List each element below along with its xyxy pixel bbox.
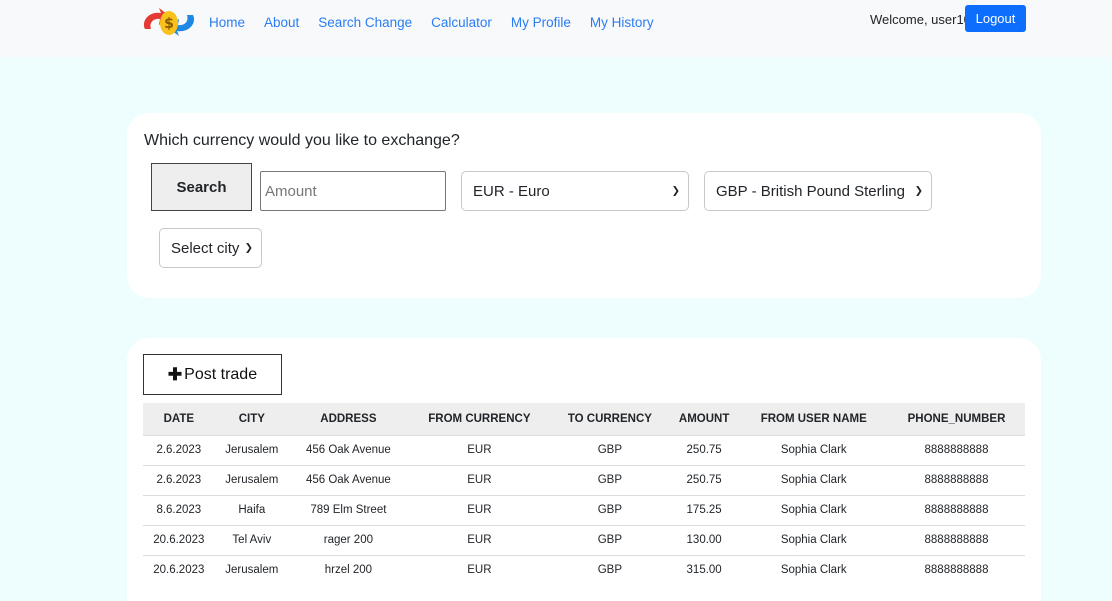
table-cell: EUR xyxy=(407,524,551,555)
chevron-down-icon: ❯ xyxy=(244,242,253,254)
column-header: TO CURRENCY xyxy=(550,403,669,435)
exchange-question: Which currency would you like to exchang… xyxy=(144,132,460,149)
welcome-text: Welcome, user10! xyxy=(870,12,975,27)
table-cell: 2.6.2023 xyxy=(143,464,215,495)
column-header: FROM USER NAME xyxy=(739,403,888,435)
column-header: PHONE_NUMBER xyxy=(888,403,1025,435)
plus-icon: ✚ xyxy=(167,364,183,384)
column-header: FROM CURRENCY xyxy=(407,403,551,435)
column-header: DATE xyxy=(143,403,215,435)
table-cell: 130.00 xyxy=(668,524,740,555)
table-cell: 20.6.2023 xyxy=(143,554,215,585)
search-card: Which currency would you like to exchang… xyxy=(127,113,1041,298)
table-cell: GBP xyxy=(550,494,669,525)
table-cell: 8888888888 xyxy=(888,524,1025,555)
post-trade-label: Post trade xyxy=(184,365,258,383)
chevron-down-icon: ❯ xyxy=(671,185,680,197)
table-cell: 250.75 xyxy=(668,464,740,495)
column-header: AMOUNT xyxy=(668,403,740,435)
table-cell: 8888888888 xyxy=(888,464,1025,495)
table-cell: 456 Oak Avenue xyxy=(288,434,408,465)
trades-card: ✚ Post trade DATE CITY ADDRESS FROM CURR… xyxy=(127,338,1041,601)
table-cell: Jerusalem xyxy=(214,464,289,495)
table-cell: Jerusalem xyxy=(214,434,289,465)
table-cell: 175.25 xyxy=(668,494,740,525)
table-cell: 2.6.2023 xyxy=(143,434,215,465)
nav-calculator[interactable]: Calculator xyxy=(431,15,492,30)
table-cell: EUR xyxy=(407,464,551,495)
currency-logo-icon[interactable]: $ xyxy=(139,3,199,41)
table-cell: 8888888888 xyxy=(888,434,1025,465)
table-cell: rager 200 xyxy=(288,524,408,555)
table-cell: GBP xyxy=(550,524,669,555)
table-cell: hrzel 200 xyxy=(288,554,408,585)
table-cell: 20.6.2023 xyxy=(143,524,215,555)
table-row[interactable]: 2.6.2023 Jerusalem 456 Oak Avenue EUR GB… xyxy=(143,464,1025,495)
table-cell: Haifa xyxy=(214,494,289,525)
nav-links: Home About Search Change Calculator My P… xyxy=(209,15,673,30)
table-cell: 315.00 xyxy=(668,554,740,585)
to-currency-select[interactable]: GBP - British Pound Sterling ❯ xyxy=(704,171,932,211)
search-button[interactable]: Search xyxy=(151,163,252,211)
table-cell: GBP xyxy=(550,464,669,495)
table-cell: 8888888888 xyxy=(888,554,1025,585)
table-cell: 250.75 xyxy=(668,434,740,465)
chevron-down-icon: ❯ xyxy=(914,185,923,197)
table-cell: Sophia Clark xyxy=(739,494,888,525)
table-cell: Sophia Clark xyxy=(739,554,888,585)
post-trade-button[interactable]: ✚ Post trade xyxy=(143,354,282,395)
column-header: ADDRESS xyxy=(288,403,408,435)
table-cell: Sophia Clark xyxy=(739,434,888,465)
table-cell: GBP xyxy=(550,554,669,585)
table-row[interactable]: 20.6.2023 Tel Aviv rager 200 EUR GBP 130… xyxy=(143,524,1025,555)
table-row[interactable]: 2.6.2023 Jerusalem 456 Oak Avenue EUR GB… xyxy=(143,434,1025,465)
to-currency-value: GBP - British Pound Sterling xyxy=(716,182,905,200)
table-cell: 789 Elm Street xyxy=(288,494,408,525)
table-cell: EUR xyxy=(407,554,551,585)
nav-my-history[interactable]: My History xyxy=(590,15,654,30)
table-cell: Tel Aviv xyxy=(214,524,289,555)
city-value: Select city xyxy=(171,239,240,257)
table-cell: GBP xyxy=(550,434,669,465)
table-cell: 8.6.2023 xyxy=(143,494,215,525)
nav-home[interactable]: Home xyxy=(209,15,245,30)
nav-about[interactable]: About xyxy=(264,15,299,30)
trades-table: DATE CITY ADDRESS FROM CURRENCY TO CURRE… xyxy=(143,403,1025,585)
table-cell: 456 Oak Avenue xyxy=(288,464,408,495)
from-currency-value: EUR - Euro xyxy=(473,182,550,200)
amount-input[interactable] xyxy=(260,171,446,211)
table-cell: EUR xyxy=(407,494,551,525)
column-header: CITY xyxy=(214,403,289,435)
table-cell: EUR xyxy=(407,434,551,465)
table-cell: Sophia Clark xyxy=(739,524,888,555)
logout-button[interactable]: Logout xyxy=(965,5,1026,32)
svg-text:$: $ xyxy=(164,16,174,32)
nav-my-profile[interactable]: My Profile xyxy=(511,15,571,30)
table-cell: Sophia Clark xyxy=(739,464,888,495)
table-row[interactable]: 8.6.2023 Haifa 789 Elm Street EUR GBP 17… xyxy=(143,494,1025,525)
navbar: $ Home About Search Change Calculator My… xyxy=(0,0,1112,57)
city-select[interactable]: Select city ❯ xyxy=(159,228,262,268)
table-cell: 8888888888 xyxy=(888,494,1025,525)
table-cell: Jerusalem xyxy=(214,554,289,585)
table-header-row: DATE CITY ADDRESS FROM CURRENCY TO CURRE… xyxy=(143,403,1025,435)
table-row[interactable]: 20.6.2023 Jerusalem hrzel 200 EUR GBP 31… xyxy=(143,554,1025,585)
from-currency-select[interactable]: EUR - Euro ❯ xyxy=(461,171,689,211)
nav-search-change[interactable]: Search Change xyxy=(318,15,412,30)
